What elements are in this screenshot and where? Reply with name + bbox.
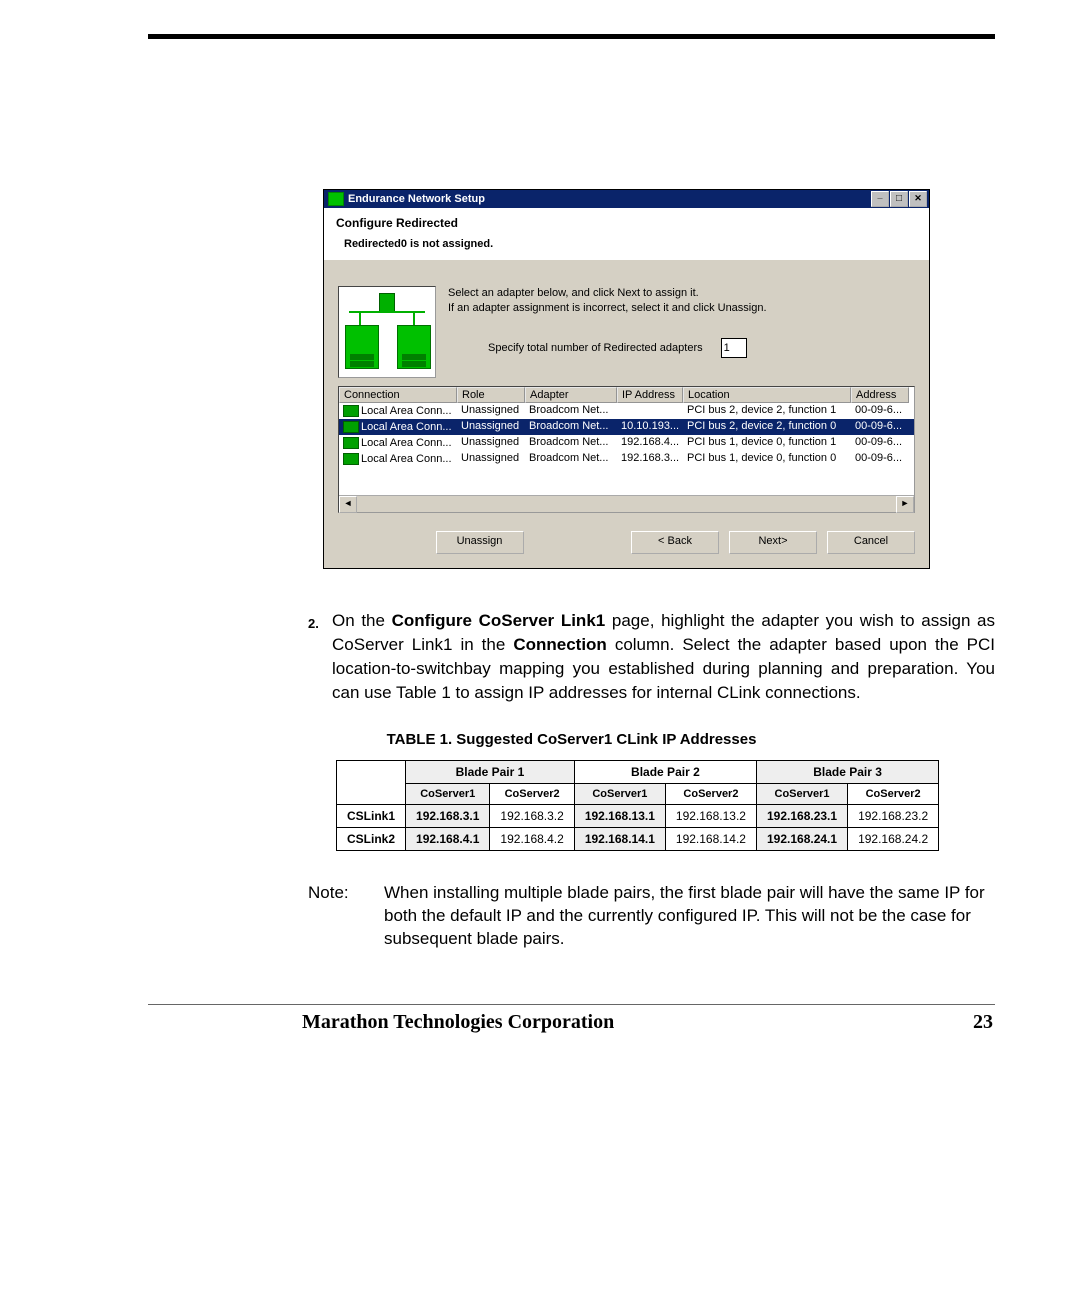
list-header: Connection Role Adapter IP Address Locat… — [339, 387, 914, 403]
step-number: 2. — [308, 612, 319, 636]
next-button[interactable]: Next> — [729, 531, 817, 554]
list-row[interactable]: Local Area Conn...UnassignedBroadcom Net… — [339, 403, 914, 419]
scroll-right-icon[interactable]: ► — [896, 496, 914, 513]
back-button[interactable]: < Back — [631, 531, 719, 554]
redirected-count-label: Specify total number of Redirected adapt… — [488, 341, 703, 356]
instruction-text: Select an adapter below, and click Next … — [448, 286, 915, 378]
title-bar[interactable]: Endurance Network Setup — [324, 190, 929, 208]
scroll-left-icon[interactable]: ◄ — [339, 496, 357, 513]
group-header: Blade Pair 2 — [574, 761, 756, 784]
dialog-buttons: Unassign < Back Next> Cancel — [324, 519, 929, 568]
unassign-button[interactable]: Unassign — [436, 531, 524, 554]
dialog-header: Configure Redirected Redirected0 is not … — [324, 208, 929, 260]
dialog-subtitle: Redirected0 is not assigned. — [336, 238, 917, 250]
col-location[interactable]: Location — [683, 387, 851, 403]
table-title: TABLE 1. Suggested CoServer1 CLink IP Ad… — [148, 731, 995, 748]
app-icon — [328, 192, 344, 206]
nic-icon — [343, 437, 359, 449]
nic-icon — [343, 405, 359, 417]
adapter-list[interactable]: Connection Role Adapter IP Address Locat… — [338, 386, 915, 513]
close-button[interactable] — [909, 191, 927, 207]
network-diagram-icon — [338, 286, 436, 378]
instruction-line1: Select an adapter below, and click Next … — [448, 286, 915, 301]
footer-page-number: 23 — [973, 1011, 993, 1034]
cancel-button[interactable]: Cancel — [827, 531, 915, 554]
footer: Marathon Technologies Corporation 23 — [148, 1011, 995, 1034]
list-row[interactable]: Local Area Conn...UnassignedBroadcom Net… — [339, 451, 914, 467]
list-row[interactable]: Local Area Conn...UnassignedBroadcom Net… — [339, 435, 914, 451]
window-title: Endurance Network Setup — [348, 193, 485, 205]
ip-table: Blade Pair 1 Blade Pair 2 Blade Pair 3 C… — [336, 760, 939, 851]
note-block: Note: When installing multiple blade pai… — [148, 881, 995, 950]
step-paragraph: 2. On the Configure CoServer Link1 page,… — [148, 609, 995, 705]
nic-icon — [343, 453, 359, 465]
redirected-count-input[interactable] — [721, 338, 747, 358]
footer-rule — [148, 1004, 995, 1005]
footer-company: Marathon Technologies Corporation — [302, 1011, 614, 1034]
maximize-button[interactable] — [890, 191, 908, 207]
dialog-window: Endurance Network Setup Configure Redire… — [323, 189, 930, 569]
group-header: Blade Pair 1 — [406, 761, 575, 784]
col-ip[interactable]: IP Address — [617, 387, 683, 403]
horizontal-scrollbar[interactable]: ◄ ► — [339, 495, 914, 512]
col-address[interactable]: Address — [851, 387, 909, 403]
col-connection[interactable]: Connection — [339, 387, 457, 403]
instruction-line2: If an adapter assignment is incorrect, s… — [448, 301, 915, 316]
table-row: CSLink1 192.168.3.1 192.168.3.2 192.168.… — [337, 805, 939, 828]
note-text: When installing multiple blade pairs, th… — [384, 881, 995, 950]
note-label: Note: — [308, 881, 384, 950]
minimize-button[interactable] — [871, 191, 889, 207]
dialog-title: Configure Redirected — [336, 216, 917, 230]
header-rule — [148, 34, 995, 39]
col-role[interactable]: Role — [457, 387, 525, 403]
nic-icon — [343, 421, 359, 433]
col-adapter[interactable]: Adapter — [525, 387, 617, 403]
table-row: CSLink2 192.168.4.1 192.168.4.2 192.168.… — [337, 828, 939, 851]
list-row[interactable]: Local Area Conn...UnassignedBroadcom Net… — [339, 419, 914, 435]
group-header: Blade Pair 3 — [756, 761, 938, 784]
